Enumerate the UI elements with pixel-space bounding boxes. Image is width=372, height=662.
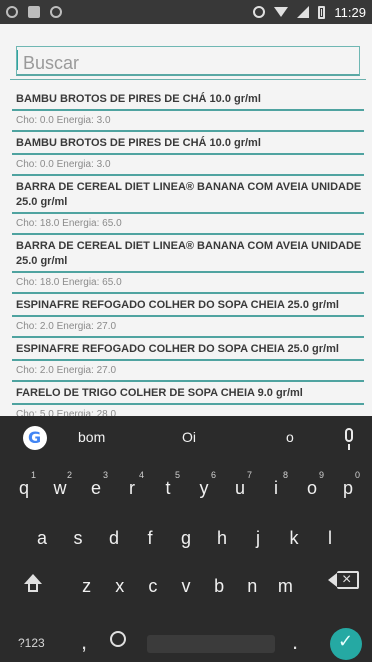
key-alt: 5 <box>174 470 180 480</box>
item-name: BAMBU BROTOS DE PIRES DE CHÁ 10.0 gr/ml <box>16 93 261 105</box>
keyboard-bottom-row: ?123 , . <box>0 625 372 662</box>
key-label: w <box>53 478 67 498</box>
key-e[interactable]: e3 <box>78 470 114 499</box>
suggestion-3[interactable]: o <box>286 429 294 445</box>
key-alt: 2 <box>66 470 72 480</box>
key-m[interactable]: m <box>269 576 302 597</box>
key-i[interactable]: i8 <box>258 470 294 499</box>
item-meta: Cho: 0.0 Energia: 3.0 <box>16 159 111 170</box>
photo-icon <box>28 6 40 18</box>
screen: 11:29 Buscar BAMBU BROTOS DE PIRES DE CH… <box>0 0 372 662</box>
suggestion-2[interactable]: Oi <box>182 429 196 445</box>
key-c[interactable]: c <box>136 576 169 597</box>
keyboard-row-1: q1 w2 e3 r4 t5 y6 u7 i8 o9 p0 <box>0 470 372 499</box>
item-name: BAMBU BROTOS DE PIRES DE CHÁ 10.0 gr/ml <box>16 137 261 149</box>
key-label: i <box>274 478 278 498</box>
alarm-icon <box>253 6 266 18</box>
key-b[interactable]: b <box>203 576 236 597</box>
key-alt: 7 <box>246 470 252 480</box>
key-alt: 8 <box>282 470 288 480</box>
key-l[interactable]: l <box>312 528 348 549</box>
list-item[interactable]: BARRA DE CEREAL DIET LINEA® BANANA COM A… <box>0 176 372 235</box>
key-o[interactable]: o9 <box>294 470 330 499</box>
wifi-icon <box>274 7 289 17</box>
notification-icons <box>6 6 62 18</box>
key-alt: 3 <box>102 470 108 480</box>
list-item[interactable]: BAMBU BROTOS DE PIRES DE CHÁ 10.0 gr/ml … <box>0 88 372 132</box>
symbols-key[interactable]: ?123 <box>18 636 45 650</box>
key-p[interactable]: p0 <box>330 470 366 499</box>
key-v[interactable]: v <box>169 576 202 597</box>
item-meta: Cho: 18.0 Energia: 65.0 <box>16 277 122 288</box>
key-label: r <box>129 478 135 498</box>
suggestion-strip: bom Oi o <box>0 416 372 463</box>
battery-icon <box>318 5 326 19</box>
emoji-icon[interactable] <box>110 631 126 647</box>
key-label: o <box>306 478 317 498</box>
list-item[interactable]: ESPINAFRE REFOGADO COLHER DO SOPA CHEIA … <box>0 338 372 382</box>
keyboard-row-3: z x c v b n m <box>0 576 372 597</box>
item-name: ESPINAFRE REFOGADO COLHER DO SOPA CHEIA … <box>16 299 339 311</box>
keyboard-row-2: a s d f g h j k l <box>0 528 372 549</box>
microphone-icon[interactable] <box>345 428 353 450</box>
enter-check-icon[interactable] <box>330 628 362 660</box>
list-item[interactable]: BARRA DE CEREAL DIET LINEA® BANANA COM A… <box>0 235 372 294</box>
key-r[interactable]: r4 <box>114 470 150 499</box>
key-alt: 6 <box>210 470 216 480</box>
key-label: p <box>342 478 353 498</box>
search-input[interactable]: Buscar <box>16 46 360 76</box>
google-icon[interactable] <box>23 426 47 450</box>
text-caret <box>17 50 18 70</box>
search-underline <box>10 79 366 80</box>
key-w[interactable]: w2 <box>42 470 78 499</box>
key-q[interactable]: q1 <box>6 470 42 499</box>
key-alt: 0 <box>354 470 360 480</box>
status-time: 11:29 <box>334 4 366 20</box>
item-meta: Cho: 2.0 Energia: 27.0 <box>16 321 117 332</box>
item-name: ESPINAFRE REFOGADO COLHER DO SOPA CHEIA … <box>16 343 339 355</box>
key-u[interactable]: u7 <box>222 470 258 499</box>
key-f[interactable]: f <box>132 528 168 549</box>
key-alt: 9 <box>318 470 324 480</box>
app-icon <box>6 6 18 18</box>
key-alt: 4 <box>138 470 144 480</box>
key-s[interactable]: s <box>60 528 96 549</box>
space-key[interactable] <box>147 635 275 653</box>
soft-keyboard: bom Oi o q1 w2 e3 r4 t5 y6 u7 i8 o9 p0 a… <box>0 416 372 662</box>
key-label: e <box>90 478 101 498</box>
item-meta: Cho: 2.0 Energia: 27.0 <box>16 365 117 376</box>
key-j[interactable]: j <box>240 528 276 549</box>
item-name: BARRA DE CEREAL DIET LINEA® BANANA COM A… <box>16 240 362 267</box>
period-key[interactable]: . <box>292 629 298 655</box>
item-meta: Cho: 18.0 Energia: 65.0 <box>16 218 122 229</box>
key-h[interactable]: h <box>204 528 240 549</box>
chrome-icon <box>50 6 62 18</box>
comma-key[interactable]: , <box>81 629 87 655</box>
key-label: q <box>18 478 29 498</box>
key-a[interactable]: a <box>24 528 60 549</box>
list-item[interactable]: BAMBU BROTOS DE PIRES DE CHÁ 10.0 gr/ml … <box>0 132 372 176</box>
key-label: y <box>199 478 209 498</box>
key-y[interactable]: y6 <box>186 470 222 499</box>
key-n[interactable]: n <box>236 576 269 597</box>
backspace-icon[interactable] <box>328 571 359 589</box>
key-x[interactable]: x <box>103 576 136 597</box>
key-t[interactable]: t5 <box>150 470 186 499</box>
key-k[interactable]: k <box>276 528 312 549</box>
signal-icon <box>297 6 310 18</box>
item-name: FARELO DE TRIGO COLHER DE SOPA CHEIA 9.0… <box>16 387 303 399</box>
key-d[interactable]: d <box>96 528 132 549</box>
item-name: BARRA DE CEREAL DIET LINEA® BANANA COM A… <box>16 181 362 208</box>
key-z[interactable]: z <box>70 576 103 597</box>
key-g[interactable]: g <box>168 528 204 549</box>
item-meta: Cho: 0.0 Energia: 3.0 <box>16 115 111 126</box>
status-bar: 11:29 <box>0 0 372 24</box>
food-list: BAMBU BROTOS DE PIRES DE CHÁ 10.0 gr/ml … <box>0 88 372 422</box>
list-item[interactable]: ESPINAFRE REFOGADO COLHER DO SOPA CHEIA … <box>0 294 372 338</box>
key-label: t <box>165 478 171 498</box>
system-icons: 11:29 <box>253 5 366 20</box>
key-alt: 1 <box>30 470 36 480</box>
suggestion-1[interactable]: bom <box>78 429 105 445</box>
key-label: u <box>234 478 245 498</box>
